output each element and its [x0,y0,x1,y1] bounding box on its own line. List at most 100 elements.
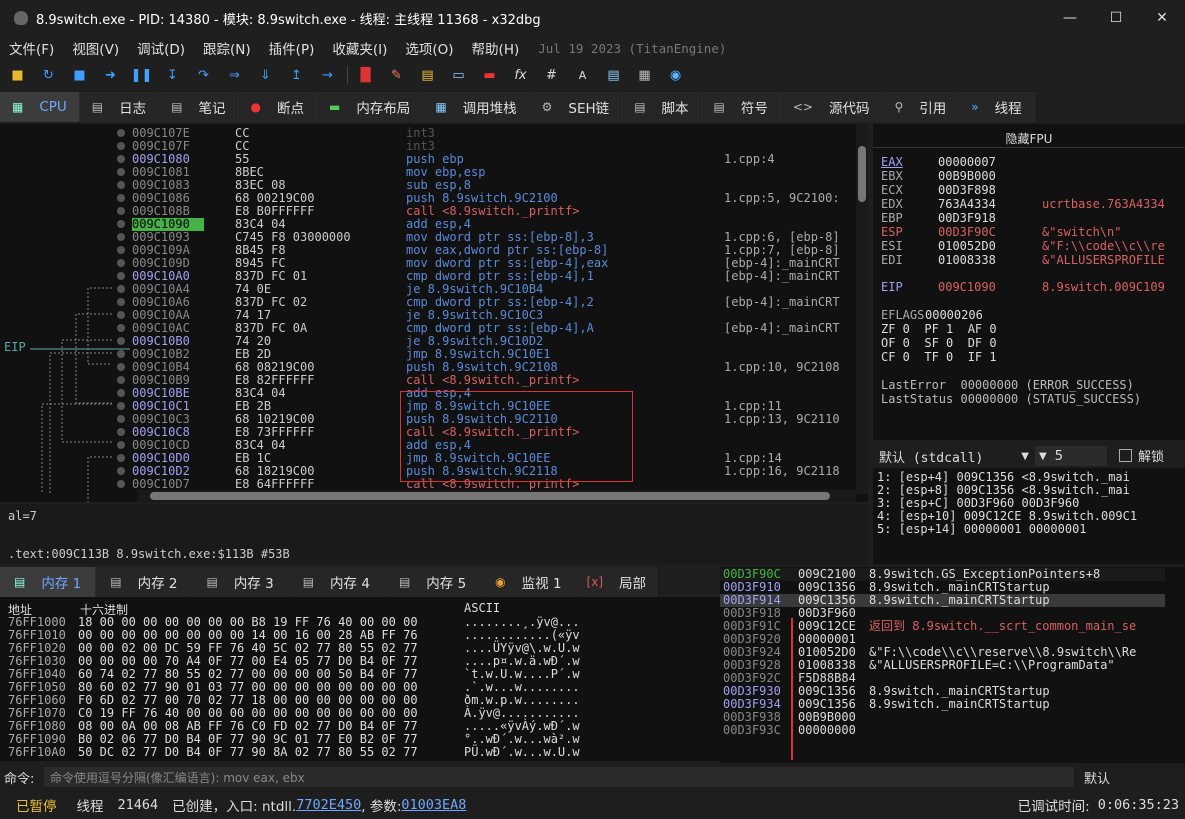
breakpoint-dot-icon[interactable] [117,311,125,319]
breakpoint-dot-icon[interactable] [117,194,125,202]
breakpoint-dot-icon[interactable] [117,207,125,215]
stack-arg-row[interactable]: 2: [esp+8] 009C1356 <8.9switch._mai [877,483,1130,497]
breakpoint-dot-icon[interactable] [117,441,125,449]
stack-row[interactable]: 00D3F928 01008338 &"ALLUSERSPROFILE=C:\\Pr… [720,659,1165,672]
entry-link[interactable]: 7702E450 [296,797,361,813]
flags-row[interactable]: CF 0 TF 0 IF 1 [881,351,997,364]
breakpoint-dot-icon[interactable] [117,233,125,241]
register-row[interactable]: ESI 010052D0 &"F:\\code\\c\\re [881,240,1181,253]
breakpoint-dot-icon[interactable] [117,181,125,189]
comments-icon[interactable]: ▤ [416,64,439,86]
stack-row[interactable]: 00D3F91C 009C12CE 返回到 8.9switch.__scrt_com… [720,620,1165,633]
flags-row[interactable]: OF 0 SF 0 DF 0 [881,337,997,350]
param-link[interactable]: 01003EA8 [401,797,466,813]
tab-log[interactable]: ▤ 日志 [79,92,160,122]
breakpoint-dot-icon[interactable] [117,480,125,488]
strings-icon[interactable]: ▤ [602,64,625,86]
memory-dump[interactable]: 地址 十六进制 ASCII 76FF1000 18 00 00 00 00 00 … [0,597,720,761]
tab-symbols[interactable]: ▤ 符号 [701,92,781,122]
breakpoint-dot-icon[interactable] [117,285,125,293]
breakpoint-dot-icon[interactable] [117,454,125,462]
stack-row[interactable]: 00D3F914 009C1356 8.9switch._mainCRTStartu… [720,594,1165,607]
register-row[interactable]: EIP 009C1090 8.9switch.009C109 [881,281,1181,294]
breakpoint-dot-icon[interactable] [117,350,125,358]
disassembly-view[interactable]: EIP 009C107E CC int3 009C107F CC int3 009C1080… [0,124,868,502]
menu-trace[interactable]: 跟踪(N) [194,38,260,58]
breakpoint-dot-icon[interactable] [117,324,125,332]
tab-dump-5[interactable]: ▤ 内存 5 [384,567,482,597]
stack-row[interactable]: 00D3F934 009C1356 8.9switch._mainCRTStartu… [720,698,1165,711]
tab-dump-2[interactable]: ▤ 内存 2 [96,567,193,597]
tab-threads[interactable]: » 线程 [959,92,1035,122]
stack-arguments[interactable]: 1: [esp+4] 009C1356 <8.9switch._mai 2: [e… [873,468,1185,564]
tab-memory-map[interactable]: ▬ 内存布局 [316,92,424,122]
tab-locals[interactable]: [x] 局部 [576,567,658,597]
bookmarks-icon[interactable]: ▬ [478,64,501,86]
breakpoint-dot-icon[interactable] [117,298,125,306]
breakpoint-dot-icon[interactable] [117,142,125,150]
hscroll-thumb[interactable] [150,492,830,500]
tab-dump-3[interactable]: ▤ 内存 3 [192,567,289,597]
breakpoint-dot-icon[interactable] [117,402,125,410]
command-input[interactable]: 命令使用逗号分隔(像汇编语言): mov eax, ebx [44,767,1074,787]
stack-arg-row[interactable]: 3: [esp+C] 00D3F960 00D3F960 [877,496,1079,510]
functions-icon[interactable]: fx [509,64,532,86]
register-row[interactable]: EDX 763A4334 ucrtbase.763A4334 [881,198,1181,211]
stack-arg-row[interactable]: 5: [esp+14] 00000001 00000001 [877,522,1087,536]
minimize-button[interactable]: — [1047,0,1093,36]
tab-source[interactable]: <> 源代码 [780,92,883,122]
execute-till-return-icon[interactable]: ↥ [285,64,308,86]
tab-dump-4[interactable]: ▤ 内存 4 [288,567,385,597]
tab-script[interactable]: ▤ 脚本 [622,92,702,122]
stop-icon[interactable]: ■ [68,64,91,86]
pause-icon[interactable]: ❚❚ [130,64,153,86]
register-row[interactable]: EBX 00B9B000 [881,170,1181,183]
breakpoint-dot-icon[interactable] [117,415,125,423]
breakpoint-dot-icon[interactable] [117,259,125,267]
breakpoint-dot-icon[interactable] [117,155,125,163]
breakpoint-dot-icon[interactable] [117,389,125,397]
scroll-thumb[interactable] [858,146,866,202]
lasterror-row[interactable]: LastError 00000000 (ERROR_SUCCESS) [881,379,1134,392]
arg-count-spinbox[interactable]: ▼ 5 [1035,446,1107,466]
stack-row[interactable]: 00D3F938 00B9B000 [720,711,1165,724]
stack-arg-row[interactable]: 4: [esp+10] 009C12CE 8.9switch.009C1 [877,509,1137,523]
call-convention-select[interactable]: 默认 (stdcall) ▼ [879,446,1029,466]
menu-favourites[interactable]: 收藏夹(I) [323,38,396,58]
breakpoint-dot-icon[interactable] [117,168,125,176]
menu-view[interactable]: 视图(V) [63,38,128,58]
register-row[interactable]: EBP 00D3F918 [881,212,1181,225]
command-mode-select[interactable]: 默认 [1084,768,1110,787]
hide-fpu-button[interactable]: 隐藏FPU [873,124,1185,148]
tab-seh[interactable]: ⚙ SEH链 [529,92,623,122]
breakpoint-dot-icon[interactable] [117,129,125,137]
register-row[interactable]: EAX 00000007 [881,156,1181,169]
tab-watch-1[interactable]: ◉ 监视 1 [481,567,577,597]
disassembly-scrollbar[interactable] [856,124,868,494]
breakpoint-dot-icon[interactable] [117,467,125,475]
register-row[interactable]: ECX 00D3F898 [881,184,1181,197]
registers-panel[interactable]: 隐藏FPU EAX 00000007 EBX 00B9B000 ECX 00D3F898 E… [873,124,1185,440]
checkbox-box[interactable] [1119,449,1132,462]
maximize-button[interactable]: ☐ [1093,0,1139,36]
laststatus-row[interactable]: LastStatus 00000000 (STATUS_SUCCESS) [881,393,1141,406]
step-over-icon[interactable]: ↷ [192,64,215,86]
run-to-user-code-icon[interactable]: → [316,64,339,86]
restart-icon[interactable]: ↻ [37,64,60,86]
stack-row[interactable]: 00D3F93C 00000000 [720,724,1165,737]
step-into-icon[interactable]: ↧ [161,64,184,86]
trace-into-icon[interactable]: ⇒ [223,64,246,86]
breakpoint-dot-icon[interactable] [117,376,125,384]
tab-references[interactable]: ⚲ 引用 [882,92,960,122]
trace-over-icon[interactable]: ⇓ [254,64,277,86]
breakpoint-dot-icon[interactable] [117,363,125,371]
calculator-icon[interactable]: ▦ [633,64,656,86]
menu-help[interactable]: 帮助(H) [463,38,529,58]
tab-cpu[interactable]: ▦ CPU [0,92,80,122]
tab-call-stack[interactable]: ▦ 调用堆栈 [423,92,530,122]
patch-icon[interactable]: ✎ [385,64,408,86]
menu-file[interactable]: 文件(F) [0,38,63,58]
tab-notes[interactable]: ▤ 笔记 [159,92,239,122]
flags-row[interactable]: ZF 0 PF 1 AF 0 [881,323,997,336]
breakpoint-dot-icon[interactable] [117,246,125,254]
